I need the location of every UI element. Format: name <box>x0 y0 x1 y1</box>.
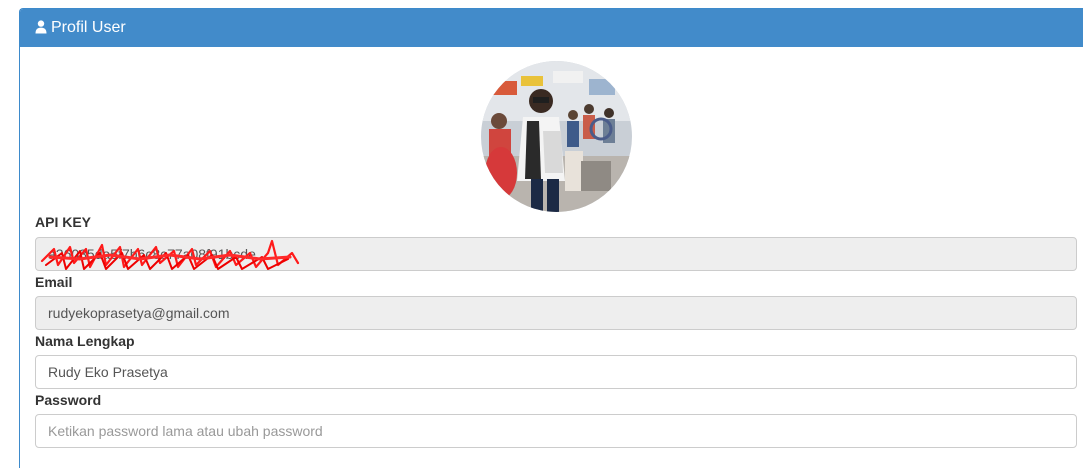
full-name-label: Nama Lengkap <box>35 333 135 349</box>
profile-panel: Profil User API KEY a26035da5f7b6c8c77a0… <box>19 8 1083 468</box>
panel-heading: Profil User <box>20 9 1083 47</box>
user-icon <box>35 11 47 49</box>
panel-title: Profil User <box>51 19 126 36</box>
api-key-field[interactable] <box>35 237 1077 271</box>
api-key-label: API KEY <box>35 214 92 230</box>
password-label: Password <box>35 392 102 408</box>
email-field[interactable] <box>35 296 1077 330</box>
full-name-field[interactable] <box>35 355 1077 389</box>
avatar <box>481 61 632 212</box>
email-label: Email <box>35 274 73 290</box>
password-field[interactable] <box>35 414 1077 448</box>
